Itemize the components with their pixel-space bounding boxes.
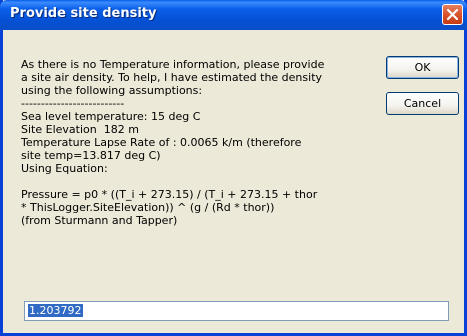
- dialog-message: As there is no Temperature information, …: [21, 58, 325, 227]
- dialog-window: Provide site density As there is no Temp…: [0, 0, 467, 336]
- close-icon: [447, 9, 458, 20]
- cancel-button[interactable]: Cancel: [386, 92, 459, 115]
- dialog-title: Provide site density: [10, 6, 157, 21]
- title-bar[interactable]: Provide site density: [0, 0, 467, 30]
- close-button[interactable]: [442, 4, 463, 25]
- density-value: 1.203792: [28, 304, 83, 317]
- ok-button[interactable]: OK: [386, 56, 459, 79]
- density-input[interactable]: 1.203792: [24, 301, 449, 321]
